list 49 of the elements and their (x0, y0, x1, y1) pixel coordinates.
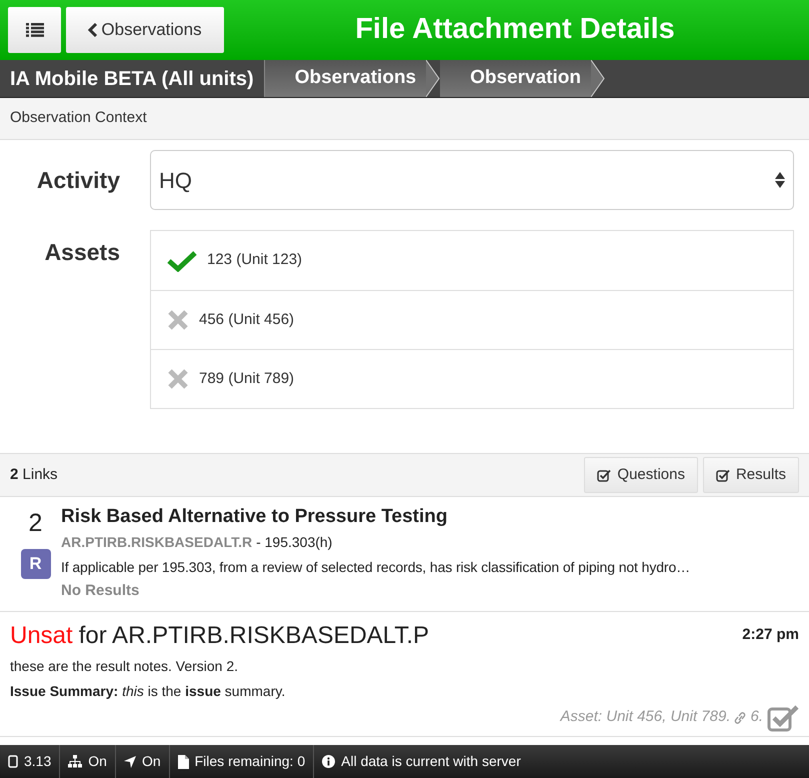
network-icon (68, 755, 82, 768)
filter-button[interactable]: Results (702, 457, 799, 493)
asset-option[interactable]: 456 (Unit 456) (151, 290, 793, 349)
checkbox-icon (716, 468, 730, 482)
status-text: On (142, 752, 161, 771)
tablet-icon (8, 755, 18, 768)
status-text: Files remaining: 0 (194, 752, 306, 771)
sort-icon (775, 170, 785, 190)
status-text: On (88, 752, 107, 771)
checkbox-icon (597, 468, 612, 482)
breadcrumb[interactable]: Observation (440, 60, 591, 97)
filter-button[interactable]: Questions (584, 457, 698, 493)
section-header: Observation Context (0, 98, 809, 140)
question-status: No Results (61, 581, 140, 601)
badge: R (20, 548, 50, 578)
chevron-right-icon (426, 60, 440, 97)
asset-option[interactable]: 789 (Unit 789) (151, 349, 793, 408)
result-outcome: Unsat (10, 620, 73, 650)
result-assets: Asset: Unit 456, Unit 789. (560, 707, 730, 728)
select-value: HQ (159, 166, 192, 194)
page-title: File Attachment Details (355, 12, 675, 48)
file-icon (178, 754, 189, 768)
menu-icon (26, 23, 44, 37)
issue-summary: Issue Summary: this is the issue summary. (10, 682, 286, 701)
question-text: If applicable per 195.303, from a review of selected records, has risk classification of piping not hydro… (61, 558, 690, 577)
result-notes: these are the result notes. Version 2. (10, 656, 240, 676)
link-icon (734, 710, 746, 724)
status-text: 3.13 (24, 752, 52, 771)
question-reference: - 195.303(h) (256, 533, 332, 552)
back-button[interactable]: Observations (66, 7, 224, 53)
question-number: 2 (28, 508, 42, 539)
status-text: All data is current with server (341, 752, 521, 771)
result-heading: for AR.PTIRB.RISKBASEDALT.P (78, 620, 430, 650)
result-time: 2:27 pm (742, 625, 799, 646)
info-icon (322, 755, 336, 768)
menu-button[interactable] (8, 7, 61, 53)
chevron-right-icon (591, 60, 605, 97)
field-label: Assets (44, 239, 120, 265)
links-count: 2 Links (10, 464, 58, 485)
question-title[interactable]: Risk Based Alternative to Pressure Testing (61, 505, 690, 529)
chevron-left-icon (88, 23, 98, 37)
asset-option[interactable]: 123 (Unit 123) (151, 231, 793, 290)
question-code: AR.PTIRB.RISKBASEDALT.R (61, 533, 252, 552)
location-arrow-icon (124, 756, 136, 768)
field-label: Activity (36, 166, 120, 193)
checkbox[interactable] (767, 704, 799, 732)
activity-select[interactable]: HQ (150, 150, 794, 210)
breadcrumb[interactable]: Observations (264, 60, 426, 97)
attachment-count: 6. (750, 707, 763, 728)
